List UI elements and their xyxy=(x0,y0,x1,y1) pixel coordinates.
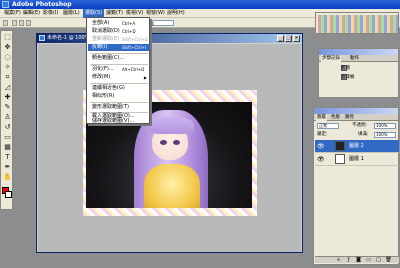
maximize-button[interactable]: □ xyxy=(285,35,292,42)
close-button[interactable]: × xyxy=(293,35,300,42)
stamp-tool-icon[interactable]: ♙ xyxy=(3,113,12,122)
doll-bangs xyxy=(146,116,194,134)
mask-icon[interactable]: ◙ xyxy=(355,257,362,264)
opacity-input[interactable]: 100% xyxy=(374,123,396,129)
menu-item-all[interactable]: 全部(A) Ctrl+A xyxy=(88,20,150,27)
layer-name: 圖層 2 xyxy=(349,143,364,149)
subtract-selection-icon[interactable] xyxy=(26,20,31,26)
menu-item-reselect[interactable]: 重新選取(E) Shift+Ctrl+D xyxy=(88,36,150,43)
layer-style-icon[interactable]: ƒ xyxy=(345,257,352,264)
history-item-label: 新增 xyxy=(341,66,350,71)
tool-preset-icon[interactable] xyxy=(3,20,8,26)
marquee-tool-icon[interactable]: ⬚ xyxy=(3,33,12,42)
menu-file[interactable]: 檔案(F) xyxy=(2,9,23,18)
document-window: 未命名-1 @ 100% (圖層 2, RGB) _ □ × xyxy=(36,33,303,253)
doll-left-eye xyxy=(160,140,167,145)
toolbox: ⬚ ✥ ◌ ✧ ⌗ ◿ ✚ ✎ ♙ ↺ ▭ ▦ T ✒ ✋ xyxy=(0,30,13,210)
opacity-label: 不透明: xyxy=(352,123,368,128)
tab-channels[interactable]: 色版 xyxy=(330,114,341,121)
menu-item-similar[interactable]: 相似形(R) xyxy=(88,93,150,100)
history-item[interactable]: 油漆桶 xyxy=(321,74,398,82)
submenu-arrow-icon: ▶ xyxy=(143,75,147,80)
document-icon xyxy=(39,35,45,41)
menu-layer[interactable]: 圖層(L) xyxy=(61,9,82,18)
history-item[interactable]: 新增 xyxy=(321,65,398,73)
tab-actions[interactable]: 動作 xyxy=(349,55,360,62)
lock-label: 鎖定: xyxy=(317,132,328,137)
gradient-tool-icon[interactable]: ▦ xyxy=(3,143,12,152)
tab-layers[interactable]: 圖層 xyxy=(316,114,327,121)
fill-label: 填滿: xyxy=(358,132,369,137)
doll-dress xyxy=(144,164,200,208)
menu-item-feather[interactable]: 羽化(F)... Alt+Ctrl+D xyxy=(88,66,150,73)
menu-separator xyxy=(90,64,148,65)
app-title: Adobe Photoshop xyxy=(12,1,72,8)
layers-panel: 圖層 色版 路徑 正常 不透明: 100% 鎖定: 填滿: 100% 👁 圖層 … xyxy=(313,107,399,265)
history-panel: 步驟記錄 動作 新增 油漆桶 xyxy=(318,48,399,98)
menu-image[interactable]: 影像(I) xyxy=(41,9,60,18)
layer-thumbnail xyxy=(335,141,345,151)
background-color-swatch[interactable] xyxy=(5,191,12,198)
menu-item-inverse[interactable]: 反轉(I) Shift+Ctrl+I xyxy=(88,44,150,51)
history-brush-icon[interactable]: ↺ xyxy=(3,123,12,132)
fill-input[interactable]: 100% xyxy=(374,132,396,138)
menu-separator xyxy=(90,102,148,103)
add-selection-icon[interactable] xyxy=(19,20,24,26)
tab-paths[interactable]: 路徑 xyxy=(344,114,355,121)
menu-separator xyxy=(90,53,148,54)
type-tool-icon[interactable]: T xyxy=(3,153,12,162)
minimize-button[interactable]: _ xyxy=(277,35,284,42)
link-icon[interactable]: ∞ xyxy=(335,257,342,264)
menu-edit[interactable]: 編輯(E) xyxy=(21,9,42,18)
visibility-eye-icon[interactable]: 👁 xyxy=(317,156,325,163)
layers-tabs: 圖層 色版 路徑 xyxy=(314,114,398,121)
slice-tool-icon[interactable]: ◿ xyxy=(3,83,12,92)
brush-tool-icon[interactable]: ✎ xyxy=(3,103,12,112)
hand-tool-icon[interactable]: ✋ xyxy=(3,173,12,182)
menu-item-color-range[interactable]: 顏色範圍(C)... xyxy=(88,55,150,62)
document-titlebar: 未命名-1 @ 100% (圖層 2, RGB) _ □ × xyxy=(37,34,302,43)
menu-item-grow[interactable]: 連續相近色(G) xyxy=(88,85,150,92)
move-tool-icon[interactable]: ✥ xyxy=(3,43,12,52)
menu-item-deselect[interactable]: 取消選取(D) Ctrl+D xyxy=(88,28,150,35)
new-folder-icon[interactable]: ▭ xyxy=(365,257,372,264)
pen-tool-icon[interactable]: ✒ xyxy=(3,163,12,172)
eraser-tool-icon[interactable]: ▭ xyxy=(3,133,12,142)
blend-mode-select[interactable]: 正常 xyxy=(317,123,339,129)
layer-thumbnail xyxy=(335,154,345,164)
new-selection-icon[interactable] xyxy=(12,20,17,26)
menu-item-modify[interactable]: 修改(M) ▶ xyxy=(88,74,150,81)
app-titlebar: Adobe Photoshop xyxy=(0,0,400,9)
layer-row-1[interactable]: 👁 圖層 1 xyxy=(315,153,399,166)
photoshop-app-icon xyxy=(2,1,9,8)
crop-tool-icon[interactable]: ⌗ xyxy=(3,73,12,82)
menu-separator xyxy=(90,83,148,84)
layer-row-2[interactable]: 👁 圖層 2 xyxy=(315,140,399,153)
visibility-eye-icon[interactable]: 👁 xyxy=(317,143,325,150)
history-item-label: 油漆桶 xyxy=(341,75,355,80)
canvas-area[interactable] xyxy=(38,44,301,252)
color-swatches[interactable] xyxy=(318,15,398,33)
menu-item-save-selection[interactable]: 儲存選取範圍(V)... xyxy=(88,119,150,124)
history-tabs: 步驟記錄 動作 xyxy=(319,55,398,62)
doll-right-eye xyxy=(173,140,180,145)
healing-brush-icon[interactable]: ✚ xyxy=(3,93,12,102)
trash-icon[interactable]: 🗑 xyxy=(385,257,392,264)
tab-history[interactable]: 步驟記錄 xyxy=(321,55,341,62)
layer-name: 圖層 1 xyxy=(349,156,364,162)
magic-wand-tool-icon[interactable]: ✧ xyxy=(3,63,12,72)
new-layer-icon[interactable]: □ xyxy=(375,257,382,264)
select-menu-dropdown: 全部(A) Ctrl+A 取消選取(D) Ctrl+D 重新選取(E) Shift+C… xyxy=(86,17,150,124)
menu-item-transform-selection[interactable]: 變形選取範圍(T) xyxy=(88,104,150,111)
menu-help[interactable]: 說明(H) xyxy=(165,9,187,18)
layers-panel-footer: ∞ ƒ ◙ ▭ □ 🗑 xyxy=(315,256,399,263)
swatches-panel xyxy=(315,12,399,34)
lasso-tool-icon[interactable]: ◌ xyxy=(3,53,12,62)
photoshop-window: Adobe Photoshop 檔案(F) 編輯(E) 影像(I) 圖層(L) … xyxy=(0,0,400,268)
